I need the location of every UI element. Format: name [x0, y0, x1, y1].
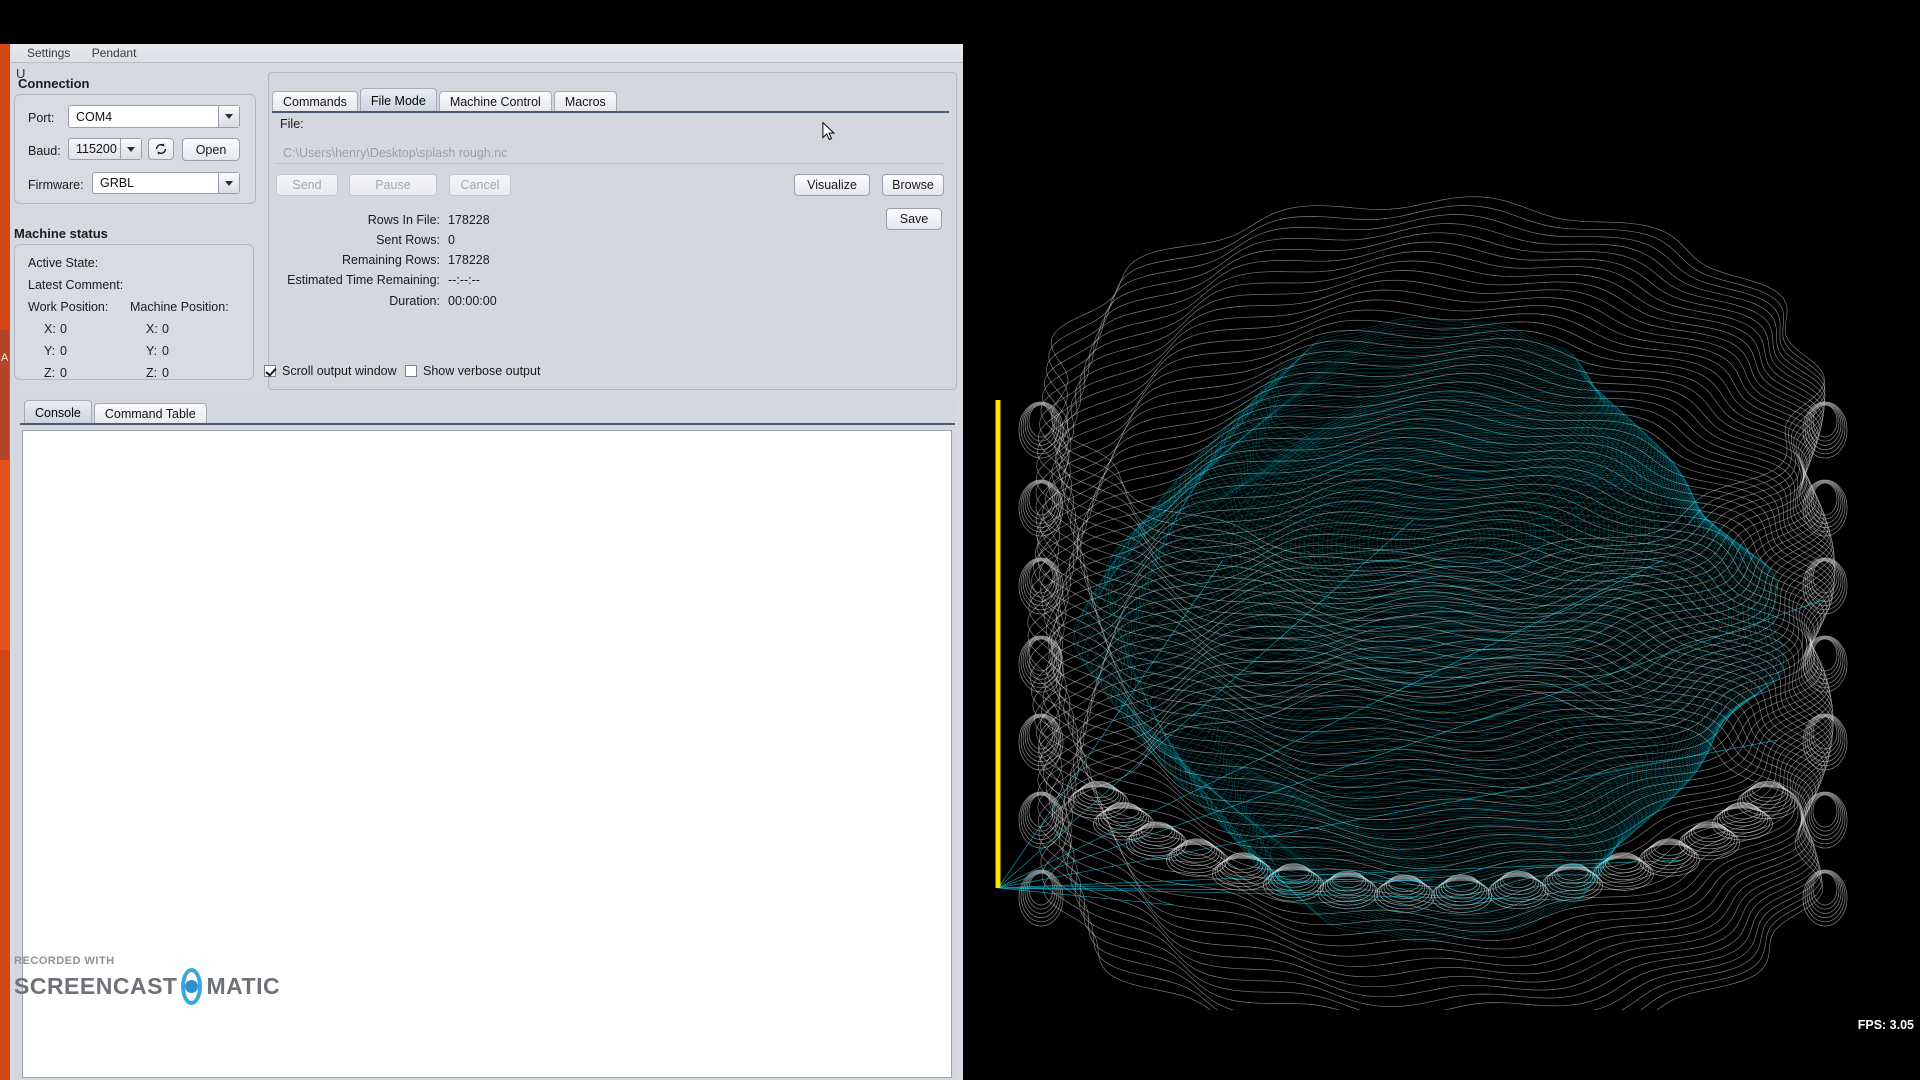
port-label: Port:: [28, 111, 55, 125]
sent-rows-label: Sent Rows:: [376, 233, 440, 247]
send-button[interactable]: Send: [276, 174, 338, 196]
machine-z-label: Z:: [146, 366, 158, 380]
port-select[interactable]: COM4: [68, 105, 240, 128]
machine-z-value: 0: [162, 366, 169, 380]
machine-y-label: Y:: [146, 344, 158, 358]
save-button[interactable]: Save: [886, 208, 942, 230]
machine-x-value: 0: [162, 322, 169, 336]
estimated-time-remaining-value: --:--:--: [448, 273, 480, 287]
connection-group-title: Connection: [18, 76, 90, 91]
screen-root: A Settings Pendant U Connection Port: CO…: [0, 0, 1920, 1080]
work-z-label: Z:: [44, 366, 56, 380]
scroll-output-window-label: Scroll output window: [282, 364, 397, 378]
open-connection-button[interactable]: Open: [182, 138, 240, 161]
duration-label: Duration:: [389, 294, 440, 308]
baud-select[interactable]: 115200: [68, 138, 142, 160]
file-label: File:: [280, 117, 304, 131]
chevron-down-icon[interactable]: [218, 173, 239, 193]
baud-label: Baud:: [28, 144, 61, 158]
tab-macros[interactable]: Macros: [553, 91, 617, 112]
tab-command-table[interactable]: Command Table: [93, 403, 207, 424]
chevron-down-icon[interactable]: [218, 106, 239, 127]
chevron-down-icon[interactable]: [120, 139, 141, 159]
toolpath-render: [963, 0, 1920, 1080]
firmware-label: Firmware:: [28, 178, 84, 192]
refresh-ports-button[interactable]: [148, 138, 174, 160]
file-path-display[interactable]: C:\Users\henry\Desktop\splash rough.nc: [276, 142, 944, 164]
watermark-top-text: RECORDED WITH: [14, 955, 115, 967]
pause-button[interactable]: Pause: [349, 174, 437, 196]
tab-commands[interactable]: Commands: [272, 91, 358, 112]
work-x-label: X:: [44, 322, 56, 336]
tab-machine-control[interactable]: Machine Control: [438, 91, 552, 112]
side-tab-label: A: [1, 352, 9, 364]
machine-status-group-title: Machine status: [14, 226, 108, 241]
firmware-value: GRBL: [100, 176, 135, 190]
baud-value: 115200: [76, 142, 117, 156]
watermark-right-text: MATIC: [206, 973, 281, 999]
record-icon: [181, 968, 203, 1005]
work-y-label: Y:: [44, 344, 56, 358]
latest-comment-label: Latest Comment:: [28, 278, 124, 292]
work-z-value: 0: [60, 366, 67, 380]
work-y-value: 0: [60, 344, 67, 358]
browse-button[interactable]: Browse: [882, 174, 944, 196]
firmware-select[interactable]: GRBL: [92, 172, 240, 194]
remaining-rows-label: Remaining Rows:: [342, 253, 440, 267]
rows-in-file-label: Rows In File:: [367, 213, 440, 227]
refresh-icon: [155, 143, 167, 155]
checkbox-icon[interactable]: [264, 365, 276, 377]
cancel-button[interactable]: Cancel: [449, 174, 511, 196]
sent-rows-value: 0: [448, 233, 455, 247]
watermark-left-text: SCREENCAST: [14, 973, 178, 999]
screencast-o-matic-watermark: RECORDED WITH SCREENCAST MATIC: [14, 955, 280, 1015]
visualizer-fps-text: FPS: 3.05: [1857, 1018, 1914, 1032]
mouse-cursor-icon: [822, 122, 836, 141]
show-verbose-output-checkbox[interactable]: Show verbose output: [405, 364, 540, 378]
console-tab-underline: [20, 423, 955, 425]
estimated-time-remaining-label: Estimated Time Remaining:: [287, 273, 440, 287]
machine-x-label: X:: [146, 322, 158, 336]
main-tab-strip[interactable]: Commands File Mode Machine Control Macro…: [272, 88, 619, 112]
menu-item-settings[interactable]: Settings: [27, 46, 70, 60]
active-state-label: Active State:: [28, 256, 99, 270]
work-position-label: Work Position:: [28, 300, 109, 314]
menu-bar[interactable]: Settings Pendant: [11, 44, 979, 63]
file-mode-panel: [268, 72, 957, 390]
machine-y-value: 0: [162, 344, 169, 358]
side-tab-handle[interactable]: [0, 330, 9, 460]
checkbox-icon[interactable]: [405, 365, 417, 377]
duration-value: 00:00:00: [448, 294, 497, 308]
gcode-3d-visualizer[interactable]: Dimensions: width=460.70 height=460.70 F…: [963, 0, 1920, 1080]
tab-strip-underline: [272, 111, 949, 113]
port-value: COM4: [76, 109, 113, 124]
rows-in-file-value: 178228: [448, 213, 490, 227]
scroll-output-window-checkbox[interactable]: Scroll output window: [264, 364, 397, 378]
console-tab-strip[interactable]: Console Command Table: [24, 400, 209, 424]
show-verbose-output-label: Show verbose output: [423, 364, 541, 378]
menu-item-pendant[interactable]: Pendant: [92, 46, 137, 60]
tab-console[interactable]: Console: [24, 400, 92, 424]
machine-position-label: Machine Position:: [130, 300, 229, 314]
work-x-value: 0: [60, 322, 67, 336]
visualize-button[interactable]: Visualize: [794, 174, 870, 196]
tab-file-mode[interactable]: File Mode: [359, 88, 437, 112]
remaining-rows-value: 178228: [448, 253, 490, 267]
